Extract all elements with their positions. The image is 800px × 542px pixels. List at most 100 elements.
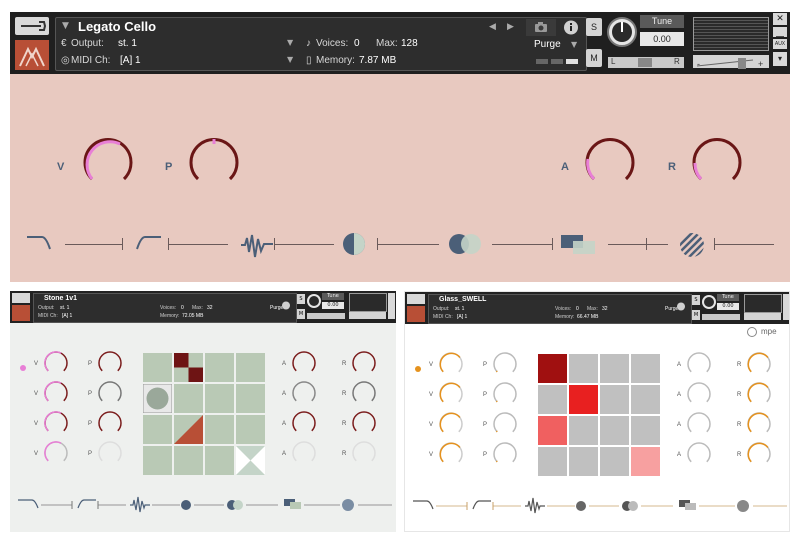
- mute-button[interactable]: M: [586, 49, 602, 67]
- reverb-slider[interactable]: [714, 244, 774, 245]
- glass-pad[interactable]: [631, 447, 660, 476]
- glass-knob-value-arc[interactable]: [439, 442, 461, 463]
- stone-pad[interactable]: [143, 353, 172, 382]
- glass-volume-slider[interactable]: [744, 313, 781, 320]
- stone-knob[interactable]: [352, 441, 376, 462]
- stone-knob[interactable]: [98, 411, 122, 432]
- glass-pad[interactable]: [631, 385, 660, 414]
- collapse-arrow-icon[interactable]: ▼: [62, 21, 69, 31]
- stone-pad-grid[interactable]: [142, 353, 267, 475]
- velocity-knob[interactable]: [80, 135, 136, 191]
- glass-knob-value-arc[interactable]: [495, 460, 498, 463]
- glass-knob[interactable]: [687, 352, 711, 373]
- glass-pad[interactable]: [538, 354, 567, 383]
- stone-pad[interactable]: [236, 384, 265, 413]
- stone-pad[interactable]: [205, 415, 234, 444]
- instrument-title[interactable]: Legato Cello: [78, 19, 156, 34]
- stone-knob[interactable]: [352, 381, 376, 402]
- glass-knob[interactable]: [493, 382, 517, 403]
- delay-slider-handle[interactable]: [646, 238, 647, 250]
- glass-pad[interactable]: [569, 416, 598, 445]
- stone-pad[interactable]: [143, 415, 172, 444]
- glass-wrench-icon[interactable]: [407, 294, 425, 304]
- stone-pad[interactable]: [236, 446, 265, 475]
- glass-pad[interactable]: [600, 416, 629, 445]
- glass-tune-value[interactable]: 0.00: [717, 303, 739, 310]
- glass-pad[interactable]: [631, 354, 660, 383]
- stone-knob[interactable]: [98, 381, 122, 402]
- stone-midi-value[interactable]: [A] 1: [62, 313, 72, 319]
- stone-knob[interactable]: [352, 411, 376, 432]
- stone-knob[interactable]: [98, 351, 122, 372]
- stone-max-value[interactable]: 32: [207, 305, 213, 311]
- stone-pad[interactable]: [205, 353, 234, 382]
- glass-pan-slider[interactable]: [702, 314, 740, 320]
- glass-pad[interactable]: [600, 354, 629, 383]
- max-voices-value[interactable]: 128: [401, 38, 418, 49]
- stone-pad[interactable]: [174, 384, 203, 413]
- glass-knob[interactable]: [687, 442, 711, 463]
- stone-knob-value-arc[interactable]: [44, 381, 62, 402]
- stone-solo-button[interactable]: S: [297, 294, 305, 304]
- attack-knob[interactable]: [582, 135, 638, 191]
- glass-pad[interactable]: [569, 354, 598, 383]
- glass-info-icon[interactable]: [675, 296, 687, 311]
- stone-knob-column-left[interactable]: V P V P V P V P: [10, 349, 140, 479]
- glass-tune-knob[interactable]: [701, 294, 717, 310]
- purge-button[interactable]: Purge: [534, 39, 561, 50]
- glass-knob-column-right[interactable]: A R A R A R A R: [667, 350, 790, 480]
- glass-knob-value-arc[interactable]: [495, 370, 498, 373]
- stone-output-value[interactable]: st. 1: [60, 305, 69, 311]
- glass-knob-value-arc[interactable]: [495, 400, 498, 403]
- lowpass-slider-handle[interactable]: [122, 238, 123, 250]
- stone-knob[interactable]: [98, 441, 122, 462]
- glass-knob-value-arc[interactable]: [439, 382, 461, 403]
- stone-pad[interactable]: [236, 353, 265, 382]
- glass-pad[interactable]: [631, 416, 660, 445]
- glass-knob-value-arc[interactable]: [747, 442, 769, 463]
- stone-volume-slider[interactable]: [349, 312, 386, 319]
- stone-pad[interactable]: [205, 384, 234, 413]
- stone-knob-value-arc[interactable]: [44, 411, 62, 432]
- glass-knob[interactable]: [493, 352, 517, 373]
- stone-knob[interactable]: [292, 351, 316, 372]
- stone-knob-value-arc[interactable]: [44, 351, 62, 372]
- glass-title[interactable]: Glass_SWELL: [439, 296, 486, 303]
- stone-tune-knob[interactable]: [306, 293, 322, 309]
- stone-knob-column-right[interactable]: A R A R A R A R: [272, 349, 396, 479]
- glass-pad[interactable]: [538, 385, 567, 414]
- midi-dropdown-icon[interactable]: ▼: [287, 55, 293, 64]
- glass-pad[interactable]: [569, 385, 598, 414]
- glass-knob[interactable]: [687, 382, 711, 403]
- stone-title[interactable]: Stone 1v1: [44, 295, 77, 302]
- lowpass-slider[interactable]: [65, 244, 122, 245]
- glass-knob-value-arc[interactable]: [747, 382, 769, 403]
- glass-pad[interactable]: [600, 447, 629, 476]
- glass-pad[interactable]: [538, 447, 567, 476]
- stone-pad[interactable]: [205, 446, 234, 475]
- stone-pad[interactable]: [174, 353, 203, 382]
- glass-midi-value[interactable]: [A] 1: [457, 314, 467, 320]
- prev-instrument-icon[interactable]: ◀: [489, 22, 496, 32]
- stone-knob-value-arc[interactable]: [44, 441, 62, 462]
- glass-max-value[interactable]: 32: [602, 306, 608, 312]
- output-dropdown-icon[interactable]: ▼: [287, 38, 293, 47]
- next-instrument-icon[interactable]: ▶: [507, 22, 514, 32]
- stone-knob[interactable]: [292, 411, 316, 432]
- camera-icon[interactable]: [526, 19, 556, 36]
- close-icon[interactable]: ✕: [773, 13, 787, 25]
- tune-value[interactable]: 0.00: [640, 32, 684, 46]
- overlap-slider[interactable]: [492, 244, 552, 245]
- stone-pad[interactable]: [174, 415, 203, 444]
- minimize-icon[interactable]: [773, 27, 787, 38]
- stone-knob[interactable]: [352, 351, 376, 372]
- mpe-toggle[interactable]: [747, 327, 757, 337]
- info-icon[interactable]: [558, 19, 584, 36]
- glass-knob-value-arc[interactable]: [747, 352, 769, 373]
- release-knob[interactable]: [689, 135, 745, 191]
- glass-output-value[interactable]: st. 1: [455, 306, 464, 312]
- pan-slider[interactable]: L R: [608, 57, 684, 68]
- expand-icon[interactable]: ▾: [773, 52, 787, 66]
- midi-channel-value[interactable]: [A] 1: [120, 55, 141, 66]
- stone-pan-slider[interactable]: [307, 313, 345, 319]
